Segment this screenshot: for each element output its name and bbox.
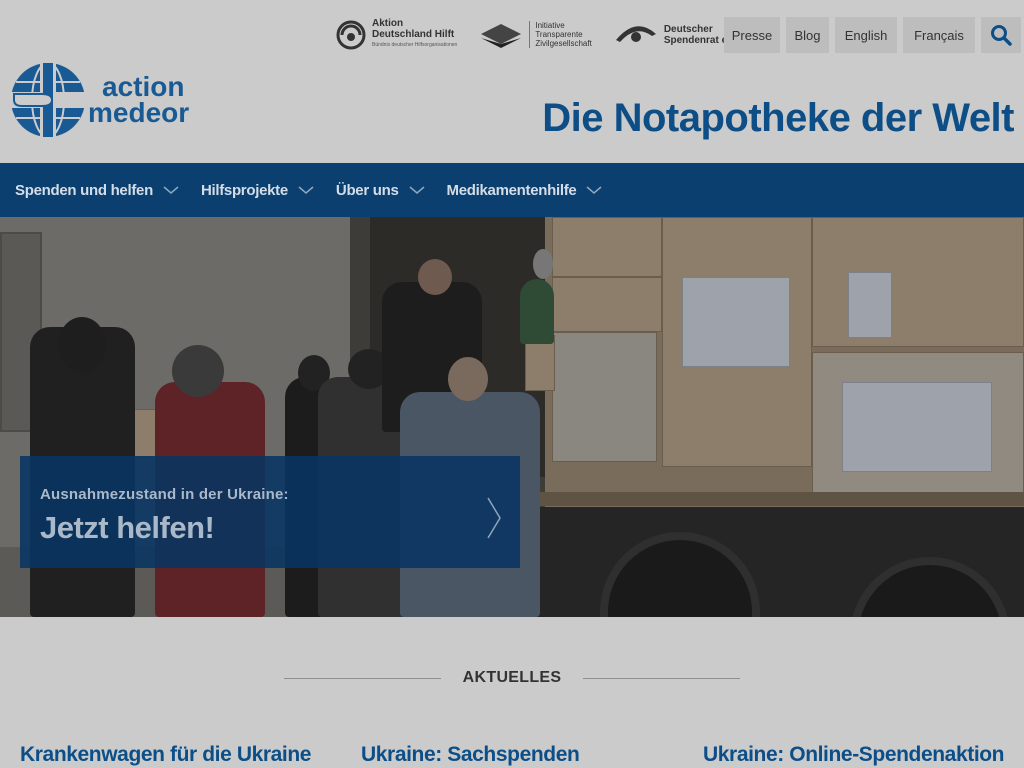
- nav-item-hilfsprojekte[interactable]: Hilfsprojekte: [201, 182, 314, 199]
- hero-cta-panel[interactable]: Ausnahmezustand in der Ukraine: Jetzt he…: [20, 456, 520, 568]
- francais-link[interactable]: Français: [903, 17, 975, 53]
- english-link[interactable]: English: [835, 17, 897, 53]
- partner-itz-line3: Zivilgesellschaft: [535, 39, 592, 48]
- news-section: AKTUELLES Krankenwagen für die Ukraine U…: [0, 617, 1024, 768]
- news-item-title[interactable]: Krankenwagen für die Ukraine: [20, 743, 311, 767]
- logo-line2: medeor: [88, 97, 190, 128]
- chevron-down-icon: [163, 186, 179, 194]
- nav-item-label: Spenden und helfen: [15, 181, 153, 199]
- partner-deutscher-spendenrat[interactable]: Deutscher Spendenrat e.V.: [614, 20, 738, 50]
- chevron-right-icon[interactable]: [486, 496, 502, 540]
- partner-transparente-zivilgesellschaft[interactable]: Initiative Transparente Zivilgesellschaf…: [479, 20, 592, 50]
- nav-item-ueber-uns[interactable]: Über uns: [336, 182, 425, 199]
- partner-adh-line2: Deutschland Hilft: [372, 29, 455, 40]
- transparente-zivilgesellschaft-logo-icon: [481, 23, 522, 48]
- partner-aktion-deutschland-hilft[interactable]: Aktion Deutschland Hilft Bündnis deutsch…: [336, 18, 457, 51]
- action-medeor-logo[interactable]: action medeor: [8, 60, 189, 140]
- partner-adh-line1: Aktion: [372, 18, 404, 29]
- divider: [583, 677, 741, 679]
- nav-item-spenden[interactable]: Spenden und helfen: [15, 182, 179, 199]
- news-item-title[interactable]: Ukraine: Online-Spendenaktion: [703, 743, 1005, 767]
- header: Aktion Deutschland Hilft Bündnis deutsch…: [0, 0, 1024, 162]
- search-icon: [991, 25, 1012, 46]
- partner-itz-line2: Transparente: [535, 30, 583, 39]
- partner-itz-line1: Initiative: [535, 21, 565, 30]
- chevron-down-icon: [298, 186, 314, 194]
- chevron-down-icon: [409, 186, 425, 194]
- news-item-title[interactable]: Ukraine: Sachspenden: [361, 743, 580, 767]
- hero-headline: Jetzt helfen!: [40, 510, 215, 545]
- hero-kicker: Ausnahmezustand in der Ukraine:: [40, 486, 289, 503]
- nav-item-medikamentenhilfe[interactable]: Medikamentenhilfe: [447, 182, 603, 199]
- utility-nav: Presse Blog English Français: [724, 17, 1021, 53]
- hero-banner: Ausnahmezustand in der Ukraine: Jetzt he…: [0, 217, 1024, 617]
- search-button[interactable]: [981, 17, 1021, 53]
- nav-item-label: Hilfsprojekte: [200, 181, 288, 199]
- nav-item-label: Medikamentenhilfe: [446, 181, 577, 199]
- main-nav: Spenden und helfen Hilfsprojekte Über un…: [0, 163, 1024, 217]
- tagline: Die Notapotheke der Welt: [542, 96, 1014, 140]
- divider: [284, 677, 441, 679]
- globe-hand-logo-icon: [11, 62, 85, 138]
- presse-link[interactable]: Presse: [724, 17, 780, 53]
- chevron-down-icon: [586, 186, 602, 194]
- partner-logos: Aktion Deutschland Hilft Bündnis deutsch…: [336, 18, 760, 51]
- deutscher-spendenrat-logo-icon: [615, 25, 656, 42]
- aktion-deutschland-hilft-logo-icon: [336, 20, 366, 49]
- blog-link[interactable]: Blog: [786, 17, 829, 53]
- nav-item-label: Über uns: [335, 181, 399, 199]
- partner-adh-sub: Bündnis deutscher Hilfsorganisationen: [372, 42, 458, 48]
- news-heading: AKTUELLES: [462, 669, 562, 686]
